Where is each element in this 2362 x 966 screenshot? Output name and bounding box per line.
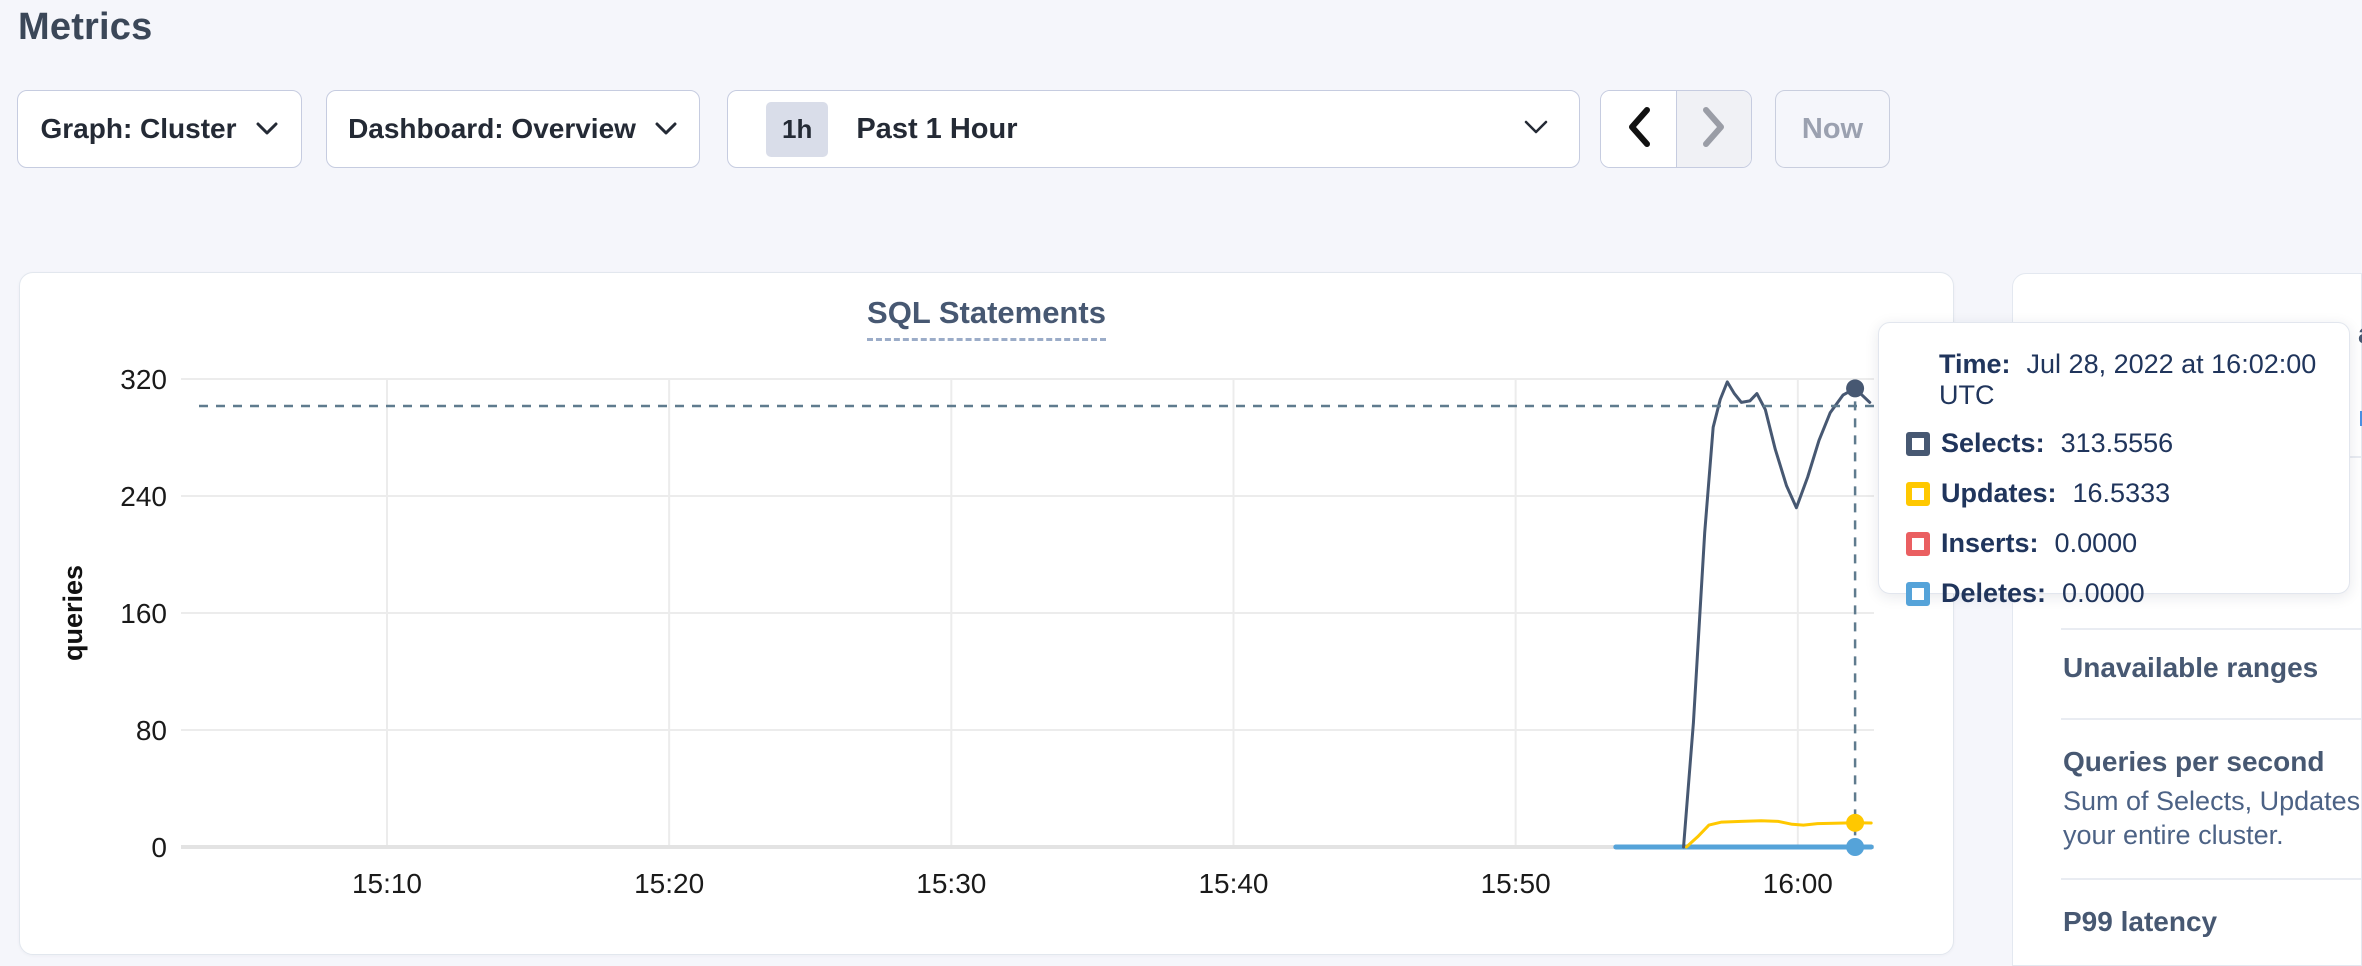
svg-text:16:00: 16:00 — [1763, 868, 1833, 899]
svg-text:240: 240 — [120, 481, 167, 512]
graph-scope-dropdown[interactable]: Graph: Cluster — [17, 90, 302, 168]
series-line-selects — [1684, 382, 1870, 847]
updates-series-swatch-icon — [1906, 482, 1930, 506]
series-line-updates — [1686, 821, 1871, 847]
tooltip-row-updates: Updates: 16.5333 — [1906, 478, 2323, 509]
sidebar-description-line: Sum of Selects, Updates, Inserts — [2063, 786, 2362, 817]
sidebar-heading-queries-per-second: Queries per second — [2063, 746, 2324, 778]
tooltip-row-value: 0.0000 — [2062, 578, 2145, 609]
svg-text:15:30: 15:30 — [916, 868, 986, 899]
tooltip-row-value: 0.0000 — [2055, 528, 2138, 559]
divider — [2061, 718, 2361, 720]
tooltip-row-value: 16.5333 — [2073, 478, 2171, 509]
divider — [2061, 878, 2361, 880]
crosshair — [199, 384, 1874, 847]
now-button-label: Now — [1802, 113, 1863, 146]
chart-hover-tooltip: Time:Jul 28, 2022 at 16:02:00 UTC Select… — [1878, 322, 2350, 594]
chevron-right-icon — [1701, 106, 1727, 153]
time-range-badge: 1h — [766, 102, 828, 157]
clipped-heading-fragment: a — [2358, 318, 2362, 351]
tooltip-row-label: Updates: — [1941, 478, 2057, 509]
tooltip-row-label: Inserts: — [1941, 528, 2039, 559]
next-timeframe-button[interactable] — [1676, 91, 1751, 167]
svg-text:160: 160 — [120, 598, 167, 629]
sql-statements-chart-card: SQL Statements queries 15:1015:2015:3015… — [19, 272, 1954, 955]
selects-series-swatch-icon — [1906, 432, 1930, 456]
hover-dot — [1846, 814, 1864, 832]
time-range-selector[interactable]: 1h Past 1 Hour — [727, 90, 1580, 168]
divider — [2061, 628, 2361, 630]
data-series — [1616, 382, 1871, 847]
tooltip-time-label: Time: — [1939, 349, 2011, 379]
sidebar-heading-unavailable-ranges: Unavailable ranges — [2063, 652, 2318, 684]
svg-text:0: 0 — [151, 832, 167, 863]
svg-text:15:20: 15:20 — [634, 868, 704, 899]
hover-dots — [1846, 379, 1864, 856]
previous-timeframe-button[interactable] — [1601, 91, 1676, 167]
time-step-controls — [1600, 90, 1752, 168]
svg-text:15:10: 15:10 — [352, 868, 422, 899]
svg-text:320: 320 — [120, 364, 167, 395]
page-title: Metrics — [18, 6, 152, 49]
tooltip-row-label: Deletes: — [1941, 578, 2046, 609]
svg-text:15:40: 15:40 — [1198, 868, 1268, 899]
svg-text:15:50: 15:50 — [1481, 868, 1551, 899]
now-button[interactable]: Now — [1775, 90, 1890, 168]
chevron-down-icon — [654, 121, 678, 137]
dashboard-dropdown-label: Dashboard: Overview — [348, 113, 636, 145]
axis-tick-labels: 15:10 15:20 15:30 15:40 15:50 16:00 0 80 160 240 3… — [120, 364, 1833, 899]
graph-scope-dropdown-label: Graph: Cluster — [40, 113, 236, 145]
chevron-down-icon — [255, 121, 279, 137]
chevron-left-icon — [1626, 106, 1652, 153]
tooltip-row-selects: Selects: 313.5556 — [1906, 428, 2323, 459]
tooltip-row-inserts: Inserts: 0.0000 — [1906, 528, 2323, 559]
sidebar-heading-p99-latency: P99 latency — [2063, 906, 2217, 938]
chevron-down-icon — [1523, 118, 1549, 141]
hover-dot — [1846, 838, 1864, 856]
svg-text:80: 80 — [136, 715, 167, 746]
inserts-series-swatch-icon — [1906, 532, 1930, 556]
sidebar-description-line: your entire cluster. — [2063, 820, 2284, 851]
time-range-label: Past 1 Hour — [856, 113, 1523, 146]
tooltip-row-deletes: Deletes: 0.0000 — [1906, 578, 2323, 609]
dashboard-dropdown[interactable]: Dashboard: Overview — [326, 90, 700, 168]
tooltip-row-label: Selects: — [1941, 428, 2045, 459]
hover-dot — [1846, 379, 1864, 397]
tooltip-row-value: 313.5556 — [2061, 428, 2174, 459]
deletes-series-swatch-icon — [1906, 582, 1930, 606]
tooltip-time-row: Time:Jul 28, 2022 at 16:02:00 UTC — [1939, 349, 2323, 411]
sql-statements-plot[interactable]: 15:10 15:20 15:30 15:40 15:50 16:00 0 80 160 240 3… — [20, 273, 1953, 954]
gridlines — [181, 379, 1874, 847]
